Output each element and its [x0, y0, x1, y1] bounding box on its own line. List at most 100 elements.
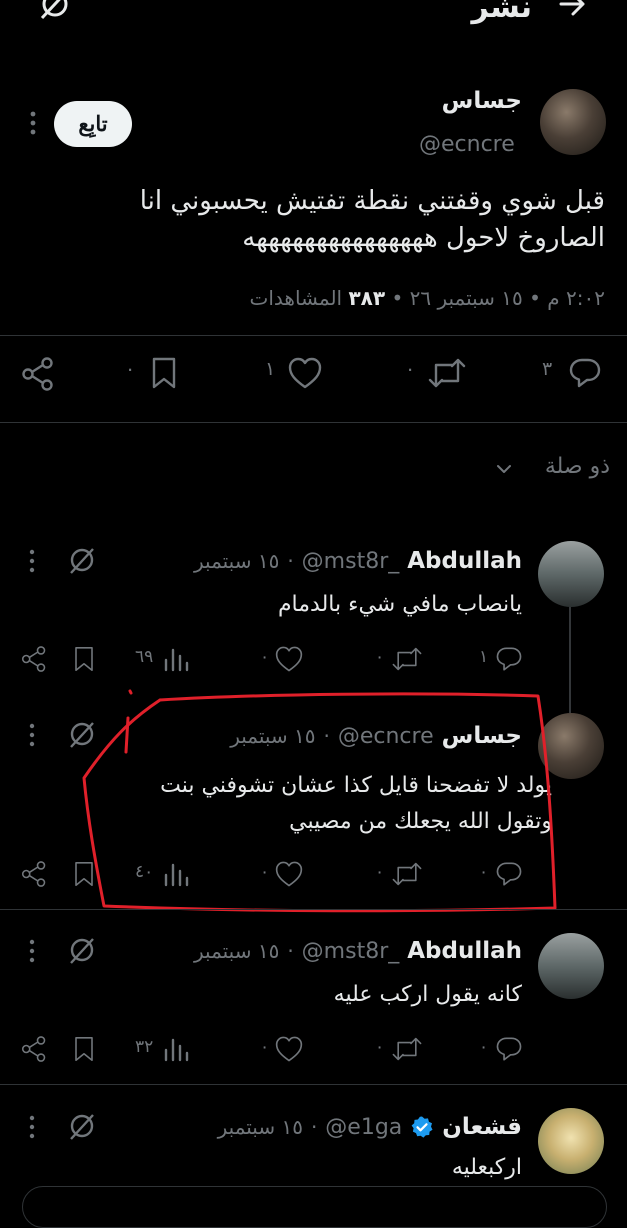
retweet-button[interactable]: ٠	[405, 356, 475, 392]
tweet-text: قبل شوي وقفتني نقطة تفتيش يحسبوني انا ال…	[45, 183, 605, 257]
reply-date[interactable]: ١٥ سبتمبر	[194, 939, 279, 963]
retweet-icon	[392, 1037, 422, 1061]
reply-count: ٠	[479, 1037, 489, 1057]
reply-author-handle[interactable]: @mst8r_	[302, 549, 400, 574]
views-count: ٦٩	[135, 647, 154, 667]
bookmark-button[interactable]	[72, 645, 100, 673]
grok-icon[interactable]	[68, 546, 96, 578]
reply-avatar[interactable]	[538, 933, 604, 999]
divider	[0, 909, 627, 910]
author-name[interactable]: جساس	[442, 88, 522, 114]
grok-icon[interactable]	[68, 936, 96, 968]
heart-icon	[275, 646, 303, 672]
verified-badge-icon	[410, 1115, 434, 1139]
reply-header: قشعان @e1ga · ١٥ سبتمبر	[218, 1111, 522, 1143]
bookmark-button[interactable]: ٠	[125, 356, 185, 392]
retweet-icon	[392, 647, 422, 671]
reply-avatar[interactable]	[538, 541, 604, 607]
share-button[interactable]	[20, 356, 60, 392]
retweet-icon	[428, 358, 466, 388]
divider	[0, 335, 627, 336]
more-options-icon[interactable]	[28, 1114, 36, 1140]
tweet-text-line: قبل شوي وقفتني نقطة تفتيش يحسبوني انا	[139, 186, 605, 216]
reply-date[interactable]: ١٥ سبتمبر	[194, 549, 279, 573]
like-count: ١	[265, 358, 276, 380]
meta-dot: ·	[310, 1115, 318, 1139]
reply-text: اركبعليه	[451, 1155, 522, 1180]
retweet-count: ٠	[375, 647, 385, 667]
bookmark-button[interactable]	[72, 1035, 100, 1063]
reply-text: يانصاب مافي شيء بالدمام	[277, 592, 522, 617]
author-avatar[interactable]	[540, 89, 606, 155]
reply-author-handle[interactable]: @mst8r_	[302, 939, 400, 964]
bookmark-icon	[75, 1037, 93, 1061]
like-button[interactable]: ٠	[260, 645, 320, 673]
reply-composer[interactable]	[22, 1186, 607, 1228]
reply-icon	[496, 1037, 522, 1061]
red-annotation-outline	[82, 689, 557, 913]
bookmark-count: ٠	[125, 358, 136, 380]
more-options-icon[interactable]	[28, 548, 36, 574]
author-handle[interactable]: @ecncre	[419, 132, 515, 157]
meta-dot: ·	[287, 549, 294, 573]
reply-button[interactable]: ١	[475, 645, 527, 673]
tweet-date: ١٥ سبتمبر ٢٦	[409, 286, 523, 310]
retweet-button[interactable]: ٠	[375, 1035, 435, 1063]
grok-icon[interactable]	[68, 1112, 96, 1144]
tweet-time: ٢:٠٢ م	[547, 286, 605, 310]
meta-dot: ·	[287, 939, 294, 963]
more-options-icon[interactable]	[28, 110, 38, 138]
views-count[interactable]: ٣٨٣	[348, 286, 385, 310]
like-button[interactable]: ١	[265, 356, 335, 392]
reply-header: Abdullah @mst8r_ · ١٥ سبتمبر	[194, 935, 522, 967]
back-arrow-icon[interactable]	[555, 0, 589, 28]
page-title: نشر	[471, 0, 532, 25]
views-chart-icon	[164, 1038, 189, 1062]
divider	[0, 1084, 627, 1085]
like-button[interactable]: ٠	[260, 1035, 320, 1063]
reply-author-name[interactable]: Abdullah	[407, 938, 522, 964]
reply-icon	[496, 647, 522, 671]
reply-icon	[569, 358, 601, 388]
reply-actions: ١ ٠ ٠ ٦٩	[20, 645, 525, 675]
heart-icon	[275, 1036, 303, 1062]
bookmark-icon	[152, 357, 176, 389]
reply-button[interactable]: ٣	[540, 356, 610, 392]
meta-dot: •	[522, 286, 541, 310]
reply-avatar[interactable]	[538, 1108, 604, 1174]
reply-author-handle[interactable]: @e1ga	[325, 1115, 402, 1140]
tweet-text-line: الصاروخ لاحول هههههههههههههههه	[242, 223, 605, 253]
reply-author-name[interactable]: Abdullah	[407, 548, 522, 574]
share-button[interactable]	[20, 645, 48, 673]
heart-icon	[288, 357, 322, 389]
views-button[interactable]: ٣٢	[135, 1035, 195, 1063]
views-button[interactable]: ٦٩	[135, 645, 195, 673]
meta-dot: •	[385, 286, 404, 310]
filter-label: ذو صلة	[544, 454, 610, 479]
views-count: ٣٢	[135, 1037, 154, 1057]
grok-icon[interactable]	[36, 0, 74, 28]
share-icon	[21, 1036, 46, 1062]
reply-actions: ٠ ٠ ٠ ٣٢	[20, 1035, 525, 1065]
views-chart-icon	[164, 648, 189, 672]
reply-author-name[interactable]: قشعان	[442, 1114, 522, 1140]
reply-text: كانه يقول اركب عليه	[333, 982, 522, 1007]
tweet-meta: ٢:٠٢ م • ١٥ سبتمبر ٢٦ • ٣٨٣ المشاهدات	[250, 286, 605, 310]
share-icon	[21, 646, 46, 672]
views-label[interactable]: المشاهدات	[250, 286, 343, 310]
reply-header: Abdullah @mst8r_ · ١٥ سبتمبر	[194, 545, 522, 577]
retweet-button[interactable]: ٠	[375, 645, 435, 673]
reply-count: ١	[479, 647, 489, 667]
relevance-filter[interactable]: ذو صلة	[495, 452, 610, 488]
like-count: ٠	[260, 647, 270, 667]
bookmark-icon	[75, 647, 93, 671]
more-options-icon[interactable]	[28, 938, 36, 964]
divider	[0, 422, 627, 423]
reply-date[interactable]: ١٥ سبتمبر	[218, 1115, 303, 1139]
share-button[interactable]	[20, 1035, 48, 1063]
reply-button[interactable]: ٠	[475, 1035, 527, 1063]
like-count: ٠	[260, 1037, 270, 1057]
follow-button[interactable]: تابِع	[54, 101, 132, 147]
share-icon	[22, 357, 53, 391]
chevron-down-icon	[497, 465, 511, 473]
